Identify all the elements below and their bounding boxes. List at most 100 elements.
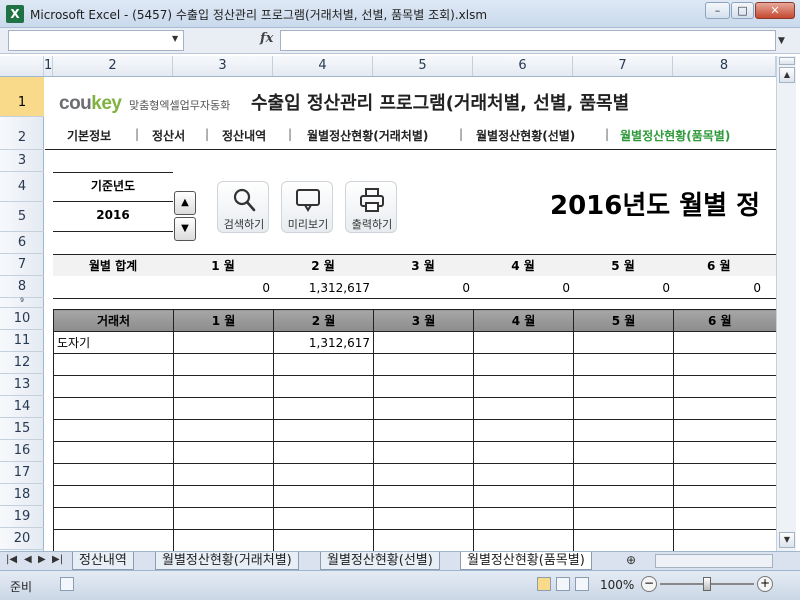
worksheet[interactable]: coukey 맞춤형엑셀업무자동화 수출입 정산관리 프로그램(거래처별, 선별… [45, 77, 776, 551]
row-header[interactable]: 18 [0, 484, 44, 506]
table-cell[interactable] [473, 485, 574, 508]
table-cell[interactable] [53, 441, 174, 464]
table-cell[interactable] [673, 507, 776, 530]
zoom-level[interactable]: 100% [600, 578, 634, 592]
sheet-tab[interactable]: 월별정산현황(거래처별) [155, 552, 299, 570]
table-cell[interactable] [573, 507, 674, 530]
table-cell[interactable] [473, 397, 574, 420]
nav-monthly-by-item[interactable]: 월별정산현황(품목별) [620, 127, 730, 144]
summary-value-cell[interactable]: 1,312,617 [273, 276, 373, 299]
table-cell[interactable] [173, 529, 274, 551]
row-header[interactable]: 13 [0, 374, 44, 396]
formula-input[interactable] [280, 30, 776, 51]
summary-value-cell[interactable]: 0 [373, 276, 473, 299]
last-sheet-button[interactable]: ▶| [52, 554, 63, 565]
zoom-out-button[interactable]: − [641, 576, 657, 592]
column-header[interactable]: 5 [373, 56, 473, 76]
first-sheet-button[interactable]: |◀ [6, 554, 17, 565]
split-handle[interactable] [779, 57, 795, 65]
table-cell[interactable] [373, 353, 474, 376]
summary-value-cell[interactable]: 0 [673, 276, 776, 299]
row-header[interactable]: 12 [0, 352, 44, 374]
next-sheet-button[interactable]: ▶ [38, 554, 46, 565]
row-header[interactable]: 10 [0, 308, 44, 330]
table-cell[interactable] [273, 375, 374, 398]
table-cell[interactable]: 도자기 [53, 331, 174, 354]
table-cell[interactable] [473, 463, 574, 486]
table-cell[interactable] [573, 331, 674, 354]
table-cell[interactable] [673, 353, 776, 376]
table-cell[interactable] [573, 419, 674, 442]
table-cell[interactable] [173, 485, 274, 508]
table-cell[interactable] [673, 331, 776, 354]
table-cell[interactable] [173, 419, 274, 442]
table-cell[interactable] [53, 419, 174, 442]
nav-statement[interactable]: 정산서 [152, 127, 185, 144]
table-cell[interactable] [473, 507, 574, 530]
select-all-corner[interactable] [0, 56, 44, 76]
horizontal-scrollbar[interactable] [655, 554, 773, 568]
nav-monthly-by-ship[interactable]: 월별정산현황(선별) [476, 127, 575, 144]
table-cell[interactable] [53, 485, 174, 508]
column-header[interactable]: 3 [173, 56, 273, 76]
table-cell[interactable] [673, 441, 776, 464]
page-layout-view-button[interactable] [556, 577, 570, 591]
table-cell[interactable] [53, 463, 174, 486]
table-cell[interactable] [673, 397, 776, 420]
table-cell[interactable] [173, 397, 274, 420]
column-header[interactable]: 7 [573, 56, 673, 76]
nav-basic-info[interactable]: 기본정보 [67, 127, 111, 144]
row-header[interactable]: 5 [0, 202, 44, 232]
row-header[interactable]: 7 [0, 254, 44, 276]
table-cell[interactable] [373, 441, 474, 464]
summary-value-cell[interactable]: 0 [573, 276, 673, 299]
table-cell[interactable] [673, 375, 776, 398]
row-header[interactable]: 4 [0, 172, 44, 202]
summary-value-cell[interactable]: 0 [173, 276, 273, 299]
table-cell[interactable] [573, 485, 674, 508]
table-cell[interactable] [373, 463, 474, 486]
column-header[interactable]: 8 [673, 56, 776, 76]
table-cell[interactable] [473, 441, 574, 464]
row-header[interactable]: 6 [0, 232, 44, 254]
table-cell[interactable] [673, 463, 776, 486]
macro-record-icon[interactable] [60, 577, 74, 591]
minimize-button[interactable]: – [705, 2, 730, 19]
table-cell[interactable] [273, 507, 374, 530]
sheet-tab[interactable]: 월별정산현황(선별) [320, 552, 440, 570]
insert-sheet-icon[interactable]: ⊕ [626, 553, 636, 567]
table-cell[interactable] [273, 419, 374, 442]
page-break-view-button[interactable] [575, 577, 589, 591]
table-cell[interactable] [573, 529, 674, 551]
table-cell[interactable] [273, 441, 374, 464]
year-up-button[interactable]: ▲ [174, 191, 196, 215]
column-header[interactable]: 4 [273, 56, 373, 76]
table-cell[interactable] [173, 463, 274, 486]
scroll-up-button[interactable]: ▲ [779, 67, 795, 83]
zoom-in-button[interactable]: + [757, 576, 773, 592]
table-cell[interactable] [173, 331, 274, 354]
table-cell[interactable] [373, 419, 474, 442]
zoom-slider-thumb[interactable] [703, 577, 711, 591]
table-cell[interactable] [53, 507, 174, 530]
name-box[interactable] [8, 30, 184, 51]
sheet-tab-active[interactable]: 월별정산현황(품목별) [460, 552, 592, 570]
table-cell[interactable]: 1,312,617 [273, 331, 374, 354]
row-header[interactable]: 16 [0, 440, 44, 462]
table-cell[interactable] [53, 397, 174, 420]
chevron-down-icon[interactable]: ▼ [172, 34, 178, 43]
table-cell[interactable] [473, 529, 574, 551]
row-header[interactable]: 17 [0, 462, 44, 484]
row-header[interactable]: 11 [0, 330, 44, 352]
table-cell[interactable] [573, 375, 674, 398]
table-cell[interactable] [373, 375, 474, 398]
table-cell[interactable] [573, 353, 674, 376]
table-cell[interactable] [473, 419, 574, 442]
table-cell[interactable] [173, 375, 274, 398]
table-cell[interactable] [573, 463, 674, 486]
year-down-button[interactable]: ▼ [174, 217, 196, 241]
scroll-down-button[interactable]: ▼ [779, 532, 795, 548]
table-cell[interactable] [53, 529, 174, 551]
table-cell[interactable] [53, 353, 174, 376]
row-header[interactable]: 2 [0, 117, 44, 150]
